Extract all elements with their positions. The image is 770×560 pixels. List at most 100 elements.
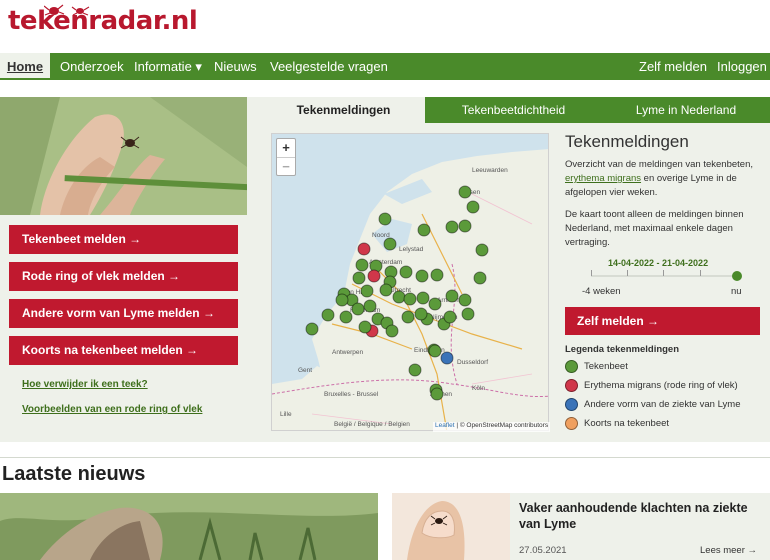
report-marker[interactable]: [378, 212, 392, 226]
report-marker[interactable]: [408, 363, 422, 377]
report-marker[interactable]: [458, 185, 472, 199]
report-marker[interactable]: [351, 302, 365, 316]
nav-home[interactable]: Home: [0, 53, 50, 80]
report-marker[interactable]: [430, 387, 444, 401]
tick-logo-icon: [44, 4, 90, 16]
report-marker[interactable]: [461, 307, 475, 321]
map-label: Leeuwarden: [472, 167, 508, 174]
main-nav: Home Onderzoek Informatie ▾ Nieuws Veelg…: [0, 53, 770, 80]
report-marker[interactable]: [383, 237, 397, 251]
report-marker[interactable]: [414, 307, 428, 321]
report-marker[interactable]: [403, 292, 417, 306]
week-slider-track[interactable]: [591, 275, 737, 277]
news-thumb-illustration: [392, 493, 510, 560]
report-marker[interactable]: [440, 351, 454, 365]
map-tabs: Tekenmeldingen Tekenbeetdichtheid Lyme i…: [262, 97, 770, 123]
report-marker[interactable]: [367, 269, 381, 283]
report-marker[interactable]: [360, 284, 374, 298]
week-slider-handle[interactable]: [732, 271, 742, 281]
report-marker[interactable]: [416, 291, 430, 305]
rode-ring-melden-button[interactable]: Rode ring of vlek melden →: [9, 262, 238, 291]
report-marker[interactable]: [401, 310, 415, 324]
legend-title: Legenda tekenmeldingen: [565, 344, 680, 355]
legend-label: Andere vorm van de ziekte van Lyme: [584, 399, 741, 410]
report-marker[interactable]: [443, 310, 457, 324]
site-header: tekenradar.nl: [0, 0, 770, 53]
attribution-text: | © OpenStreetMap contributors: [454, 422, 549, 429]
tab-tekenmeldingen[interactable]: Tekenmeldingen: [262, 97, 425, 123]
news-photo-hiker[interactable]: [0, 493, 378, 560]
reports-map[interactable]: Leeuwarden Lelystad Amsterdam Noord Den …: [271, 133, 549, 431]
slider-end-label: nu: [731, 286, 742, 297]
report-marker[interactable]: [358, 320, 372, 334]
report-marker[interactable]: [430, 268, 444, 282]
news-heading: Laatste nieuws: [2, 463, 146, 485]
map-label: Lille: [280, 411, 292, 418]
site-logo[interactable]: tekenradar.nl: [8, 4, 198, 36]
news-photo-illustration: [0, 493, 378, 560]
news-card-title[interactable]: Vaker aanhoudende klachten na ziekte van…: [519, 500, 764, 532]
slider-tick: [627, 270, 628, 276]
report-marker[interactable]: [335, 293, 349, 307]
nav-informatie[interactable]: Informatie ▾: [134, 53, 202, 80]
link-voorbeelden-rode-ring[interactable]: Voorbeelden van een rode ring of vlek: [22, 404, 202, 415]
report-marker[interactable]: [385, 324, 399, 338]
zoom-in-button[interactable]: +: [277, 139, 295, 157]
map-label: Gent: [298, 367, 312, 374]
report-marker[interactable]: [428, 344, 442, 358]
koorts-melden-button[interactable]: Koorts na tekenbeet melden →: [9, 336, 238, 365]
legend-dot-icon: [565, 360, 578, 373]
report-marker[interactable]: [355, 258, 369, 272]
map-label: België / Belgique / Belgien: [334, 421, 410, 428]
report-marker[interactable]: [475, 243, 489, 257]
report-marker[interactable]: [417, 223, 431, 237]
report-marker[interactable]: [445, 220, 459, 234]
report-marker[interactable]: [339, 310, 353, 324]
zoom-out-button[interactable]: −: [277, 157, 295, 175]
tab-lyme-in-nederland[interactable]: Lyme in Nederland: [602, 97, 770, 123]
link-teek-verwijderen[interactable]: Hoe verwijder ik een teek?: [22, 379, 148, 390]
report-marker[interactable]: [321, 308, 335, 322]
map-canvas: Leeuwarden Lelystad Amsterdam Noord Den …: [272, 134, 548, 430]
report-marker[interactable]: [458, 293, 472, 307]
slider-tick: [591, 270, 592, 276]
report-marker[interactable]: [363, 299, 377, 313]
date-range: 14-04-2022 - 21-04-2022: [608, 258, 709, 268]
nav-zelf-melden[interactable]: Zelf melden: [639, 53, 707, 80]
tekenbeet-melden-button[interactable]: Tekenbeet melden →: [9, 225, 238, 254]
legend-label: Erythema migrans (rode ring of vlek): [584, 380, 738, 391]
erythema-migrans-link[interactable]: erythema migrans: [565, 173, 641, 184]
report-marker[interactable]: [305, 322, 319, 336]
map-label: Bruxelles - Brussel: [324, 391, 379, 398]
nav-veelgestelde-vragen[interactable]: Veelgestelde vragen: [270, 53, 388, 80]
zelf-melden-button[interactable]: Zelf melden →: [565, 307, 760, 335]
info-paragraph-2: De kaart toont alleen de meldingen binne…: [565, 209, 744, 248]
news-read-more-link[interactable]: Lees meer →: [700, 545, 757, 556]
nav-nieuws[interactable]: Nieuws: [214, 53, 257, 80]
nav-onderzoek[interactable]: Onderzoek: [60, 53, 124, 80]
report-marker[interactable]: [392, 290, 406, 304]
leaflet-link[interactable]: Leaflet: [435, 422, 455, 429]
report-marker[interactable]: [458, 219, 472, 233]
report-marker[interactable]: [357, 242, 371, 256]
legend-dot-icon: [565, 398, 578, 411]
nav-inloggen[interactable]: Inloggen: [717, 53, 767, 80]
map-label: Antwerpen: [332, 349, 363, 356]
map-label: Lelystad: [399, 246, 424, 253]
report-marker[interactable]: [473, 271, 487, 285]
report-marker[interactable]: [399, 265, 413, 279]
slider-start-label: -4 weken: [582, 286, 621, 297]
report-marker[interactable]: [379, 283, 393, 297]
slider-tick: [700, 270, 701, 276]
p1-text: Overzicht van de meldingen van tekenbete…: [565, 159, 754, 170]
hero-photo-tick-on-grass: [0, 97, 247, 215]
report-marker[interactable]: [415, 269, 429, 283]
andere-vorm-lyme-melden-button[interactable]: Andere vorm van Lyme melden →: [9, 299, 238, 328]
map-label: Köln: [472, 385, 485, 392]
report-marker[interactable]: [352, 271, 366, 285]
report-marker[interactable]: [466, 200, 480, 214]
tab-tekenbeetdichtheid[interactable]: Tekenbeetdichtheid: [425, 97, 602, 123]
report-marker[interactable]: [445, 289, 459, 303]
report-marker[interactable]: [428, 297, 442, 311]
legend-dot-icon: [565, 379, 578, 392]
